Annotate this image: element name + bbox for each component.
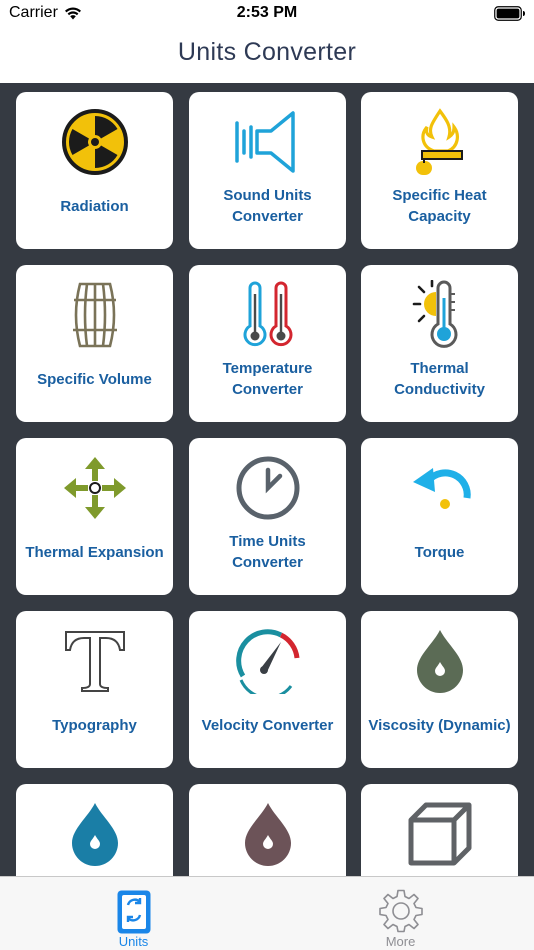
status-bar: Carrier 2:53 PM: [0, 0, 534, 28]
tile-thermal-conductivity[interactable]: Thermal Conductivity: [361, 265, 518, 422]
expand-arrows-icon: [16, 448, 173, 528]
tile-label: Temperature Converter: [222, 360, 313, 398]
barrel-icon: [16, 275, 173, 355]
tile-viscosity-dynamic[interactable]: Viscosity (Dynamic): [361, 611, 518, 768]
tile-label: Thermal Expansion: [25, 543, 164, 561]
tile-sound-units-converter[interactable]: Sound Units Converter: [189, 92, 346, 249]
tile-label: Specific Heat Capacity: [392, 187, 487, 225]
tile-time-units-converter[interactable]: Time Units Converter: [189, 438, 346, 595]
tile-label: Radiation: [60, 197, 129, 215]
purple-drop-icon: [189, 794, 346, 874]
tab-bar: Units More: [0, 876, 534, 950]
tab-label: More: [385, 934, 416, 949]
tile-label: Typography: [52, 716, 137, 734]
tile-blue-drop[interactable]: [16, 784, 173, 876]
tile-label: Sound Units Converter: [223, 187, 312, 225]
status-time: 2:53 PM: [236, 4, 298, 21]
tile-velocity-converter[interactable]: Velocity Converter: [189, 611, 346, 768]
tab-units[interactable]: Units: [0, 877, 267, 950]
green-drop-icon: [361, 621, 518, 701]
tile-thermal-expansion[interactable]: Thermal Expansion: [16, 438, 173, 595]
radiation-icon: [16, 102, 173, 182]
tile-label: Velocity Converter: [201, 716, 334, 734]
sun-thermometer-icon: [361, 275, 518, 355]
battery-icon: [494, 6, 526, 26]
tile-specific-heat-capacity[interactable]: Specific Heat Capacity: [361, 92, 518, 249]
navigation-bar: Units Converter: [0, 28, 534, 83]
clock-icon: [189, 448, 346, 528]
rotate-arrow-icon: [361, 448, 518, 528]
tile-specific-volume[interactable]: Specific Volume: [16, 265, 173, 422]
tile-label: Viscosity (Dynamic): [368, 716, 511, 734]
cube-icon: [361, 794, 518, 874]
tile-temperature-converter[interactable]: Temperature Converter: [189, 265, 346, 422]
tile-purple-drop[interactable]: [189, 784, 346, 876]
tile-label: Time Units Converter: [229, 533, 306, 571]
gear-icon: [267, 889, 534, 933]
heat-flame-icon: [361, 102, 518, 182]
speedometer-icon: [189, 621, 346, 701]
tab-more[interactable]: More: [267, 877, 534, 950]
thermometers-icon: [189, 275, 346, 355]
tile-torque[interactable]: Torque: [361, 438, 518, 595]
units-grid[interactable]: Radiation Sound Units Converter Specific…: [0, 83, 534, 876]
speaker-icon: [189, 102, 346, 182]
tile-label: Torque: [414, 543, 465, 561]
calculator-icon: [0, 889, 267, 935]
tile-typography[interactable]: Typography: [16, 611, 173, 768]
page-title: Units Converter: [177, 38, 357, 66]
tab-label: Units: [118, 934, 149, 949]
tile-radiation[interactable]: Radiation: [16, 92, 173, 249]
tile-label: Specific Volume: [37, 370, 152, 388]
blue-drop-icon: [16, 794, 173, 874]
tile-label: Thermal Conductivity: [394, 360, 485, 398]
letter-t-icon: [16, 621, 173, 701]
tile-cube[interactable]: [361, 784, 518, 876]
